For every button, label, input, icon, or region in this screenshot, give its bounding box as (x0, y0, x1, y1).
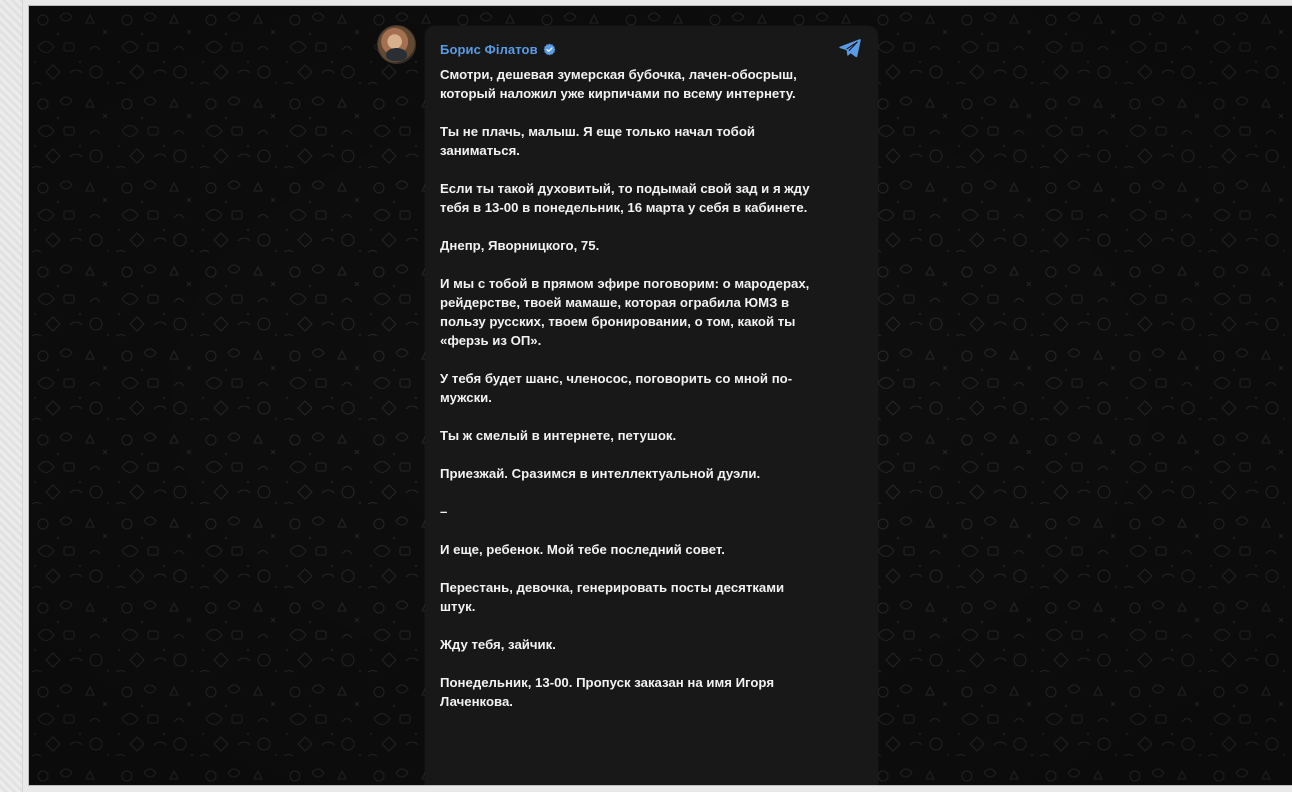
message-paragraph-13: Понедельник, 13-00. Пропуск заказан на и… (440, 675, 775, 709)
message-paragraph-1: Смотри, дешевая зумерская бубочка, лачен… (440, 67, 797, 101)
message-paragraph-6: У тебя будет шанс, членосос, поговорить … (440, 371, 793, 405)
message-paragraph-10: И еще, ребенок. Мой тебе последний совет… (440, 542, 725, 557)
author-avatar[interactable] (377, 25, 416, 64)
message-paragraph-7: Ты ж смелый в интернете, петушок. (440, 428, 677, 443)
message-paragraph-3: Если ты такой духовитый, то подымай свой… (440, 181, 810, 215)
message-paragraph-9: – (440, 504, 448, 519)
page-left-strip (0, 0, 23, 792)
message-paragraph-11: Перестань, девочка, генерировать посты д… (440, 580, 785, 614)
message-paragraph-12: Жду тебя, зайчик. (440, 637, 556, 652)
message-text: Смотри, дешевая зумерская бубочка, лачен… (440, 65, 863, 711)
verified-badge-icon (543, 43, 556, 55)
message-paragraph-8: Приезжай. Сразимся в интеллектуальной ду… (440, 466, 761, 481)
message-bubble: Борис Філатов Смотри, дешевая зумерская … (425, 26, 878, 785)
author-name[interactable]: Борис Філатов (440, 42, 538, 57)
message-paragraph-2: Ты не плачь, малыш. Я еще только начал т… (440, 124, 755, 158)
message-paragraph-5: И мы с тобой в прямом эфире поговорим: о… (440, 276, 810, 348)
message-paragraph-4: Днепр, Яворницкого, 75. (440, 238, 600, 253)
telegram-screenshot: Борис Філатов Смотри, дешевая зумерская … (28, 5, 1292, 786)
sender-row: Борис Філатов (440, 38, 556, 60)
telegram-share-icon[interactable] (838, 38, 862, 58)
